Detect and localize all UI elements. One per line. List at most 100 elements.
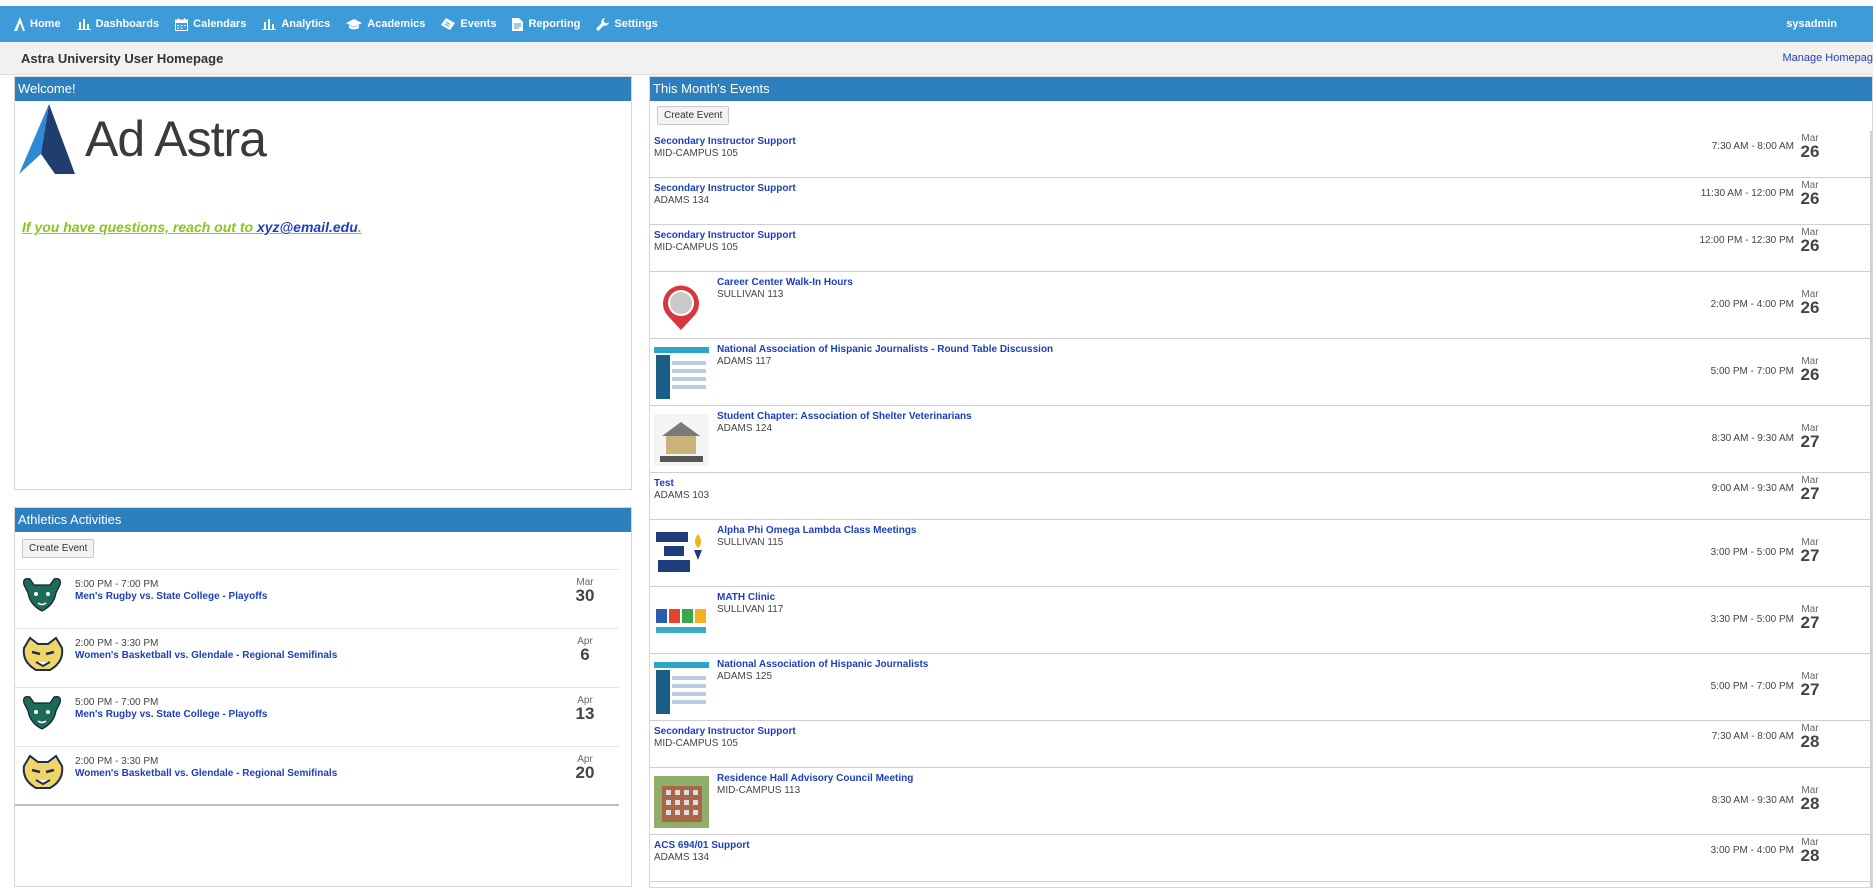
nav-calendars[interactable]: Calendars	[175, 17, 247, 31]
welcome-message: If you have questions, reach out to xyz@…	[22, 219, 362, 235]
event-location: ADAMS 124	[717, 423, 773, 434]
event-item[interactable]: Secondary Instructor Support MID-CAMPUS …	[650, 721, 1872, 768]
athletics-date: Mar 30	[570, 578, 600, 605]
event-location: SULLIVAN 115	[717, 537, 784, 548]
event-title-link[interactable]: Career Center Walk-In Hours	[717, 277, 853, 288]
event-date: Mar 27	[1790, 476, 1830, 503]
athletics-title-link[interactable]: Women's Basketball vs. Glendale - Region…	[75, 768, 337, 779]
event-date: Mar 26	[1790, 290, 1830, 317]
event-date: Mar 26	[1790, 134, 1830, 161]
nav-events[interactable]: Events	[441, 18, 496, 30]
nav-analytics-label: Analytics	[281, 18, 331, 30]
bison-icon	[23, 696, 61, 730]
events-header: This Month's Events	[650, 77, 1872, 101]
date-day: 26	[1800, 189, 1820, 208]
athletics-title-link[interactable]: Men's Rugby vs. State College - Playoffs	[75, 709, 267, 720]
athletics-item[interactable]: 5:00 PM - 7:00 PM Men's Rugby vs. State …	[15, 688, 619, 747]
event-item[interactable]: Alpha Phi Omega Lambda Class Meetings SU…	[650, 520, 1872, 587]
event-title-link[interactable]: Secondary Instructor Support	[654, 726, 796, 737]
event-date: Mar 26	[1790, 181, 1830, 208]
event-item[interactable]: National Association of Hispanic Journal…	[650, 339, 1872, 406]
nahj-icon	[654, 662, 709, 714]
athletics-item[interactable]: 2:00 PM - 3:30 PM Women's Basketball vs.…	[15, 629, 619, 688]
events-create-event-button[interactable]: Create Event	[657, 106, 730, 125]
event-title-link[interactable]: Secondary Instructor Support	[654, 136, 796, 147]
page-title: Astra University User Homepage	[21, 51, 224, 66]
nav-calendars-label: Calendars	[193, 18, 247, 30]
graduation-cap-icon	[346, 18, 363, 29]
athletics-item[interactable]: 5:00 PM - 7:00 PM Men's Rugby vs. State …	[15, 570, 619, 629]
athletics-time: 2:00 PM - 3:30 PM	[75, 756, 159, 767]
event-title-link[interactable]: Test	[654, 478, 674, 489]
event-title-link[interactable]: Alpha Phi Omega Lambda Class Meetings	[717, 525, 917, 536]
athletics-title-link[interactable]: Men's Rugby vs. State College - Playoffs	[75, 591, 267, 602]
athletics-panel: Athletics Activities Create Event 5:00 P…	[14, 507, 632, 887]
event-title-link[interactable]: Secondary Instructor Support	[654, 183, 796, 194]
event-time: 7:30 AM - 8:00 AM	[1711, 731, 1794, 742]
event-date: Mar 28	[1790, 724, 1830, 751]
nav-home-label: Home	[30, 18, 61, 30]
event-item[interactable]: Secondary Instructor Support ADAMS 134 1…	[650, 178, 1872, 225]
event-time: 7:30 AM - 8:00 AM	[1711, 141, 1794, 152]
event-item[interactable]: ACS 694/01 Support ADAMS 134 3:00 PM - 4…	[650, 835, 1872, 882]
event-title-link[interactable]: Secondary Instructor Support	[654, 230, 796, 241]
event-title-link[interactable]: National Association of Hispanic Journal…	[717, 659, 928, 670]
event-item[interactable]: Student Chapter: Association of Shelter …	[650, 406, 1872, 473]
event-title-link[interactable]: Residence Hall Advisory Council Meeting	[717, 773, 913, 784]
athletics-time: 5:00 PM - 7:00 PM	[75, 697, 159, 708]
date-day: 26	[1800, 142, 1820, 161]
event-location: ADAMS 134	[654, 195, 710, 206]
date-day: 26	[1800, 236, 1820, 255]
event-item[interactable]: Career Center Walk-In Hours SULLIVAN 113…	[650, 272, 1872, 339]
event-time: 3:30 PM - 5:00 PM	[1710, 614, 1794, 625]
athletics-date: Apr 20	[570, 755, 600, 782]
user-menu[interactable]: sysadmin	[1786, 6, 1837, 42]
welcome-header: Welcome!	[15, 77, 631, 101]
alpha-phi-omega-icon	[656, 532, 702, 572]
nav-academics[interactable]: Academics	[346, 18, 425, 30]
event-item[interactable]: Secondary Instructor Support MID-CAMPUS …	[650, 131, 1872, 178]
event-item[interactable]: Residence Hall Advisory Council Meeting …	[650, 768, 1872, 835]
shelter-vet-icon	[654, 414, 709, 466]
contact-email-link[interactable]: xyz@email.edu	[257, 219, 358, 235]
date-day: 27	[1800, 432, 1820, 451]
top-nav-bar: Home Dashboards Calendars Analytics Acad…	[0, 6, 1873, 42]
event-time: 9:00 AM - 9:30 AM	[1711, 483, 1794, 494]
nav-settings-label: Settings	[614, 18, 658, 30]
event-item[interactable]: MATH Clinic SULLIVAN 117 3:30 PM - 5:00 …	[650, 587, 1872, 654]
athletics-item[interactable]: 2:00 PM - 3:30 PM Women's Basketball vs.…	[15, 747, 619, 806]
event-title-link[interactable]: Student Chapter: Association of Shelter …	[717, 411, 972, 422]
event-item[interactable]: National Association of Hispanic Journal…	[650, 654, 1872, 721]
date-day: 30	[575, 586, 595, 605]
logo-text: Ad Astra	[85, 111, 267, 167]
nav-settings[interactable]: Settings	[596, 17, 658, 31]
event-item[interactable]: Test ADAMS 103 9:00 AM - 9:30 AM Mar 27	[650, 473, 1872, 520]
athletics-title-link[interactable]: Women's Basketball vs. Glendale - Region…	[75, 650, 337, 661]
nav-home[interactable]: Home	[14, 17, 61, 31]
nav-events-label: Events	[460, 18, 497, 30]
date-day: 27	[1800, 613, 1820, 632]
event-title-link[interactable]: National Association of Hispanic Journal…	[717, 344, 1053, 355]
event-item[interactable]: Secondary Instructor Support MID-CAMPUS …	[650, 225, 1872, 272]
bar-chart-icon	[262, 19, 277, 30]
page-header: Astra University User Homepage Manage Ho…	[0, 42, 1873, 75]
event-location: ADAMS 103	[654, 490, 710, 501]
event-time: 8:30 AM - 9:30 AM	[1711, 433, 1794, 444]
event-date: Mar 27	[1790, 424, 1830, 451]
athletics-time: 5:00 PM - 7:00 PM	[75, 579, 159, 590]
athletics-create-event-button[interactable]: Create Event	[22, 539, 95, 558]
event-title-link[interactable]: MATH Clinic	[717, 592, 775, 603]
event-location: SULLIVAN 117	[717, 604, 784, 615]
event-time: 12:00 PM - 12:30 PM	[1699, 235, 1795, 246]
manage-homepage-link[interactable]: Manage Homepag	[1782, 52, 1873, 64]
nav-analytics[interactable]: Analytics	[262, 18, 330, 30]
bar-chart-icon	[76, 19, 91, 30]
date-day: 28	[1800, 794, 1820, 813]
career-center-icon	[663, 285, 699, 330]
nav-reporting[interactable]: Reporting	[512, 17, 580, 31]
nav-dashboards[interactable]: Dashboards	[76, 18, 159, 30]
event-location: ADAMS 117	[717, 356, 772, 367]
ad-astra-logo: Ad Astra	[19, 104, 267, 174]
event-location: MID-CAMPUS 113	[717, 785, 801, 796]
event-title-link[interactable]: ACS 694/01 Support	[654, 840, 750, 851]
